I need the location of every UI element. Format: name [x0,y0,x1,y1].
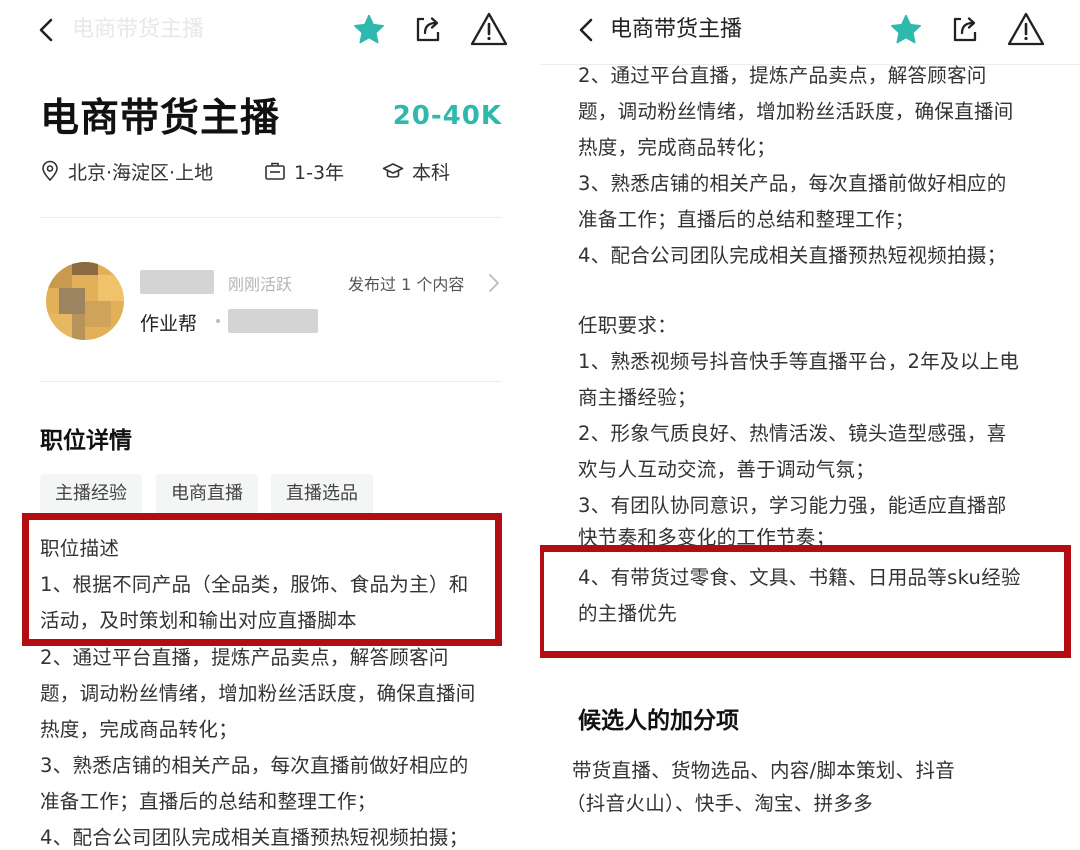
description-line: 题，调动粉丝情绪，增加粉丝活跃度，确保直播间 [578,100,1014,123]
tag-ecommerce-live: 电商直播 [156,474,258,514]
star-icon[interactable] [352,13,386,47]
description-line: 题，调动粉丝情绪，增加粉丝活跃度，确保直播间 [40,682,476,705]
description-line: 3、熟悉店铺的相关产品，每次直播前做好相应的 [40,754,469,777]
experience-text: 1-3年 [294,161,345,184]
briefcase-icon [265,162,285,180]
description-line: 准备工作；直播后的总结和整理工作； [40,790,377,813]
requirements-line: 欢与人互动交流，善于调动气氛； [578,458,876,481]
divider [40,217,502,218]
posted-count[interactable]: 发布过 1 个内容 [348,271,464,295]
education-text: 本科 [412,161,451,184]
tag-anchor-experience: 主播经验 [40,474,142,514]
chevron-left-icon[interactable] [574,17,600,43]
description-line: 3、熟悉店铺的相关产品，每次直播前做好相应的 [578,172,1007,195]
education-meta: 本科 [382,155,450,187]
requirements-line: 任职要求： [578,314,678,337]
nav-bar: 电商带货主播 [540,0,1080,62]
description-line: 4、配合公司团队完成相关直播预热短视频拍摄； [40,826,469,849]
highlight-box [540,545,1071,658]
tag-product-selection: 直播选品 [271,474,373,514]
chevron-right-icon[interactable] [486,272,502,294]
location-meta: 北京·海淀区·上地 [40,155,213,187]
description-line: 热度，完成商品转化； [578,136,777,159]
left-screen: 电商带货主播 电商带货主播 20-40K 北京·海淀区·上地 1-3年 本科 刚… [0,0,540,850]
nav-title: 电商带货主播 [610,17,743,42]
requirements-line: 快节奏和多变化的工作节奏； [578,526,836,546]
separator-dot [216,319,220,323]
bonus-line: （抖音火山）、快手、淘宝、拼多多 [566,792,874,815]
active-status: 刚刚活跃 [228,275,293,294]
description-line: 4、配合公司团队完成相关直播预热短视频拍摄； [578,244,1007,267]
star-icon[interactable] [889,13,923,47]
description-line: 2、通过平台直播，提炼产品卖点，解答顾客问 [578,64,987,87]
share-icon[interactable] [949,13,981,45]
section-title-bonus: 候选人的加分项 [578,708,739,734]
location-text: 北京·海淀区·上地 [68,161,214,184]
requirements-line: 1、熟悉视频号抖音快手等直播平台，2年及以上电 [578,350,1020,373]
description-line: 热度，完成商品转化； [40,718,239,741]
warning-icon[interactable] [1007,11,1045,47]
warning-icon[interactable] [470,11,508,47]
avatar[interactable] [46,262,124,340]
requirements-line: 商主播经验； [578,386,697,409]
salary: 20-40K [392,101,502,131]
bonus-line: 带货直播、货物选品、内容/脚本策划、抖音 [572,759,956,782]
requirements-line: 2、形象气质良好、热情活泼、镜头造型感强，喜 [578,422,1007,445]
chevron-left-icon[interactable] [34,17,60,43]
nav-bar: 电商带货主播 [0,0,540,62]
experience-meta: 1-3年 [264,155,344,187]
recruiter-title-blurred [228,309,318,333]
location-pin-icon [42,160,58,182]
share-icon[interactable] [412,13,444,45]
section-title-job-details: 职位详情 [40,428,132,454]
right-screen: 电商带货主播 2、通过平台直播，提炼产品卖点，解答顾客问 题，调动粉丝情绪，增加… [540,0,1080,850]
company-name: 作业帮 [140,313,198,335]
recruiter-name-blurred [140,270,214,294]
highlight-box [22,513,502,646]
graduation-cap-icon [382,163,404,178]
description-line: 准备工作；直播后的总结和整理工作； [578,208,915,231]
job-title: 电商带货主播 [40,96,281,141]
divider [40,381,502,382]
avatar-image [46,262,124,340]
nav-title: 电商带货主播 [72,17,205,42]
requirements-line: 3、有团队协同意识，学习能力强，能适应直播部 [578,494,1007,517]
